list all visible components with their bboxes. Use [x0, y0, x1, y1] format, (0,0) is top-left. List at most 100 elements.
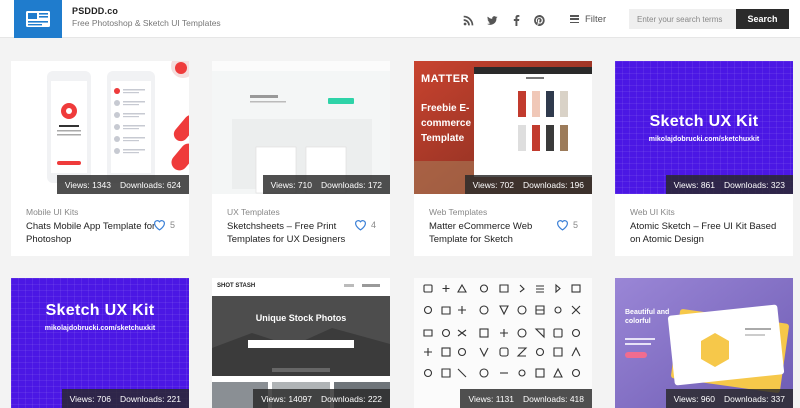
sketch-ux-title: Sketch UX Kit: [45, 302, 155, 319]
card-thumbnail[interactable]: Views: 710 Downloads: 172: [212, 61, 390, 194]
views-count: 706: [96, 393, 112, 404]
heart-icon: [154, 220, 165, 231]
filter-toggle[interactable]: Filter: [570, 12, 606, 26]
template-card[interactable]: Views: 710 Downloads: 172 UX Templates S…: [212, 61, 390, 256]
card-body: Mobile UI Kits Chats Mobile App Template…: [11, 194, 189, 256]
views-label: Views:: [468, 393, 494, 404]
views-count: 710: [297, 179, 313, 190]
card-category[interactable]: Web UI Kits: [630, 207, 675, 217]
card-thumbnail[interactable]: Sketch UX Kit mikolajdobrucki.com/sketch…: [615, 61, 793, 194]
filter-label: Filter: [585, 13, 607, 25]
views-count: 702: [499, 179, 515, 190]
heart-icon: [355, 220, 366, 231]
template-card[interactable]: Views: 1343 Downloads: 624 Mobile UI Kit…: [11, 61, 189, 256]
beautiful-text: Beautiful and colorful: [625, 309, 670, 325]
shot-stash-title: Unique Stock Photos: [255, 313, 347, 323]
card-stats: Views: 1343 Downloads: 624: [56, 175, 189, 194]
downloads-count: 172: [367, 179, 382, 190]
card-category[interactable]: UX Templates: [227, 207, 280, 217]
card-body: UX Templates Sketchsheets – Free Print T…: [212, 194, 390, 256]
twitter-icon[interactable]: [485, 13, 499, 27]
card-thumbnail[interactable]: Views: 1343 Downloads: 624: [11, 61, 189, 194]
card-body: Web UI Kits Atomic Sketch – Free UI Kit …: [615, 194, 793, 256]
like-count: 4: [370, 220, 376, 230]
template-card[interactable]: Beautiful and colorful Views: 960 Downlo…: [615, 278, 793, 408]
matter-headline: Freebie E-commerce Template: [421, 103, 472, 144]
card-body: Web Templates Matter eCommerce Web Templ…: [414, 194, 592, 256]
matter-brand: MATTER: [421, 73, 470, 85]
card-category[interactable]: Mobile UI Kits: [26, 207, 78, 217]
downloads-count: 418: [569, 393, 584, 404]
views-count: 1343: [92, 179, 112, 190]
site-logo[interactable]: [14, 0, 62, 38]
views-label: Views:: [270, 179, 296, 190]
sketch-ux-url: mikolajdobrucki.com/sketchuxkit: [44, 325, 156, 332]
like-count: 5: [572, 220, 578, 230]
views-label: Views:: [472, 179, 498, 190]
downloads-label: Downloads:: [523, 179, 568, 190]
views-label: Views:: [673, 393, 699, 404]
card-thumbnail[interactable]: Views: 1131 Downloads: 418: [414, 278, 592, 408]
views-label: Views:: [64, 179, 90, 190]
views-label: Views:: [69, 393, 95, 404]
template-card[interactable]: MATTER Freebie E-commerce Template Views…: [414, 61, 592, 256]
views-count: 960: [700, 393, 716, 404]
downloads-label: Downloads:: [724, 179, 769, 190]
template-card[interactable]: Views: 1131 Downloads: 418: [414, 278, 592, 408]
logo-icon: [26, 11, 50, 27]
card-stats: Views: 14097 Downloads: 222: [253, 389, 390, 408]
pinterest-icon[interactable]: [532, 13, 546, 27]
like-button[interactable]: 4: [354, 219, 376, 231]
sketch-ux-title: Sketch UX Kit: [649, 113, 759, 130]
views-count: 14097: [288, 393, 313, 404]
downloads-label: Downloads:: [724, 393, 769, 404]
card-thumbnail[interactable]: SHOT STASH Unique Stock Photos Views: 14…: [212, 278, 390, 408]
brand-name[interactable]: PSDDD.co: [72, 6, 221, 16]
search-button[interactable]: Search: [736, 9, 789, 29]
downloads-label: Downloads:: [523, 393, 568, 404]
card-stats: Views: 706 Downloads: 221: [61, 389, 189, 408]
views-count: 1131: [495, 393, 515, 404]
like-button[interactable]: 5: [153, 219, 175, 231]
downloads-label: Downloads:: [321, 393, 366, 404]
downloads-count: 323: [770, 179, 785, 190]
card-stats: Views: 960 Downloads: 337: [665, 389, 793, 408]
brand: PSDDD.co Free Photoshop & Sketch UI Temp…: [72, 6, 221, 28]
card-title[interactable]: Chats Mobile App Template for Photoshop: [26, 220, 156, 246]
card-stats: Views: 702 Downloads: 196: [464, 175, 592, 194]
card-stats: Views: 861 Downloads: 323: [665, 175, 793, 194]
card-thumbnail[interactable]: MATTER Freebie E-commerce Template Views…: [414, 61, 592, 194]
shot-stash-brand: SHOT STASH: [217, 283, 256, 289]
card-stats: Views: 1131 Downloads: 418: [460, 389, 592, 408]
rss-icon[interactable]: [461, 13, 475, 27]
card-thumbnail[interactable]: Sketch UX Kit mikolajdobrucki.com/sketch…: [11, 278, 189, 408]
like-button[interactable]: 5: [556, 219, 578, 231]
heart-icon: [557, 220, 568, 231]
card-stats: Views: 710 Downloads: 172: [262, 175, 390, 194]
like-count: 5: [169, 220, 175, 230]
template-card[interactable]: Sketch UX Kit mikolajdobrucki.com/sketch…: [11, 278, 189, 408]
downloads-count: 196: [569, 179, 584, 190]
downloads-label: Downloads:: [120, 393, 165, 404]
downloads-count: 337: [770, 393, 785, 404]
facebook-icon[interactable]: [509, 13, 523, 27]
downloads-label: Downloads:: [120, 179, 165, 190]
sketch-ux-url: mikolajdobrucki.com/sketchuxkit: [648, 136, 760, 143]
brand-tagline: Free Photoshop & Sketch UI Templates: [72, 18, 221, 28]
card-title[interactable]: Sketchsheets – Free Print Templates for …: [227, 220, 357, 246]
views-count: 861: [700, 179, 716, 190]
card-title[interactable]: Matter eCommerce Web Template for Sketch: [429, 220, 559, 246]
card-category[interactable]: Web Templates: [429, 207, 487, 217]
template-card[interactable]: Sketch UX Kit mikolajdobrucki.com/sketch…: [615, 61, 793, 256]
template-card[interactable]: SHOT STASH Unique Stock Photos Views: 14…: [212, 278, 390, 408]
downloads-count: 221: [166, 393, 181, 404]
views-label: Views:: [261, 393, 286, 404]
views-label: Views:: [673, 179, 699, 190]
site-header: PSDDD.co Free Photoshop & Sketch UI Temp…: [0, 0, 800, 38]
downloads-count: 624: [166, 179, 181, 190]
menu-icon: [570, 15, 579, 23]
card-thumbnail[interactable]: Beautiful and colorful Views: 960 Downlo…: [615, 278, 793, 408]
card-title[interactable]: Atomic Sketch – Free UI Kit Based on Ato…: [630, 220, 780, 246]
search-input[interactable]: [629, 9, 736, 29]
downloads-label: Downloads:: [321, 179, 366, 190]
